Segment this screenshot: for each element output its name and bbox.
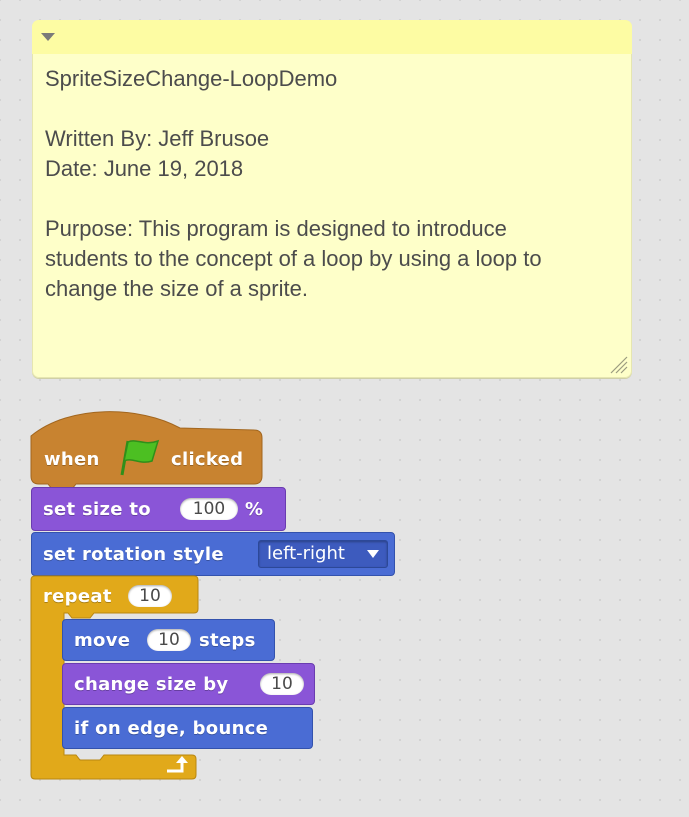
loop-arrow-icon: [167, 756, 188, 773]
comment-purpose-3: change the size of a sprite.: [45, 276, 308, 301]
comment-header[interactable]: [32, 20, 632, 54]
move-steps-block[interactable]: move 10 steps: [62, 619, 275, 661]
comment-author: Written By: Jeff Brusoe: [45, 126, 270, 151]
resize-handle-icon[interactable]: [607, 353, 629, 375]
comment-note[interactable]: SpriteSizeChange-LoopDemo Written By: Je…: [32, 20, 632, 378]
collapse-arrow-icon[interactable]: [41, 33, 55, 41]
set-size-label: set size to: [43, 499, 151, 520]
change-size-input[interactable]: 10: [260, 673, 304, 695]
repeat-label: repeat: [43, 586, 112, 607]
bounce-label: if on edge, bounce: [74, 718, 269, 739]
comment-purpose-2: students to the concept of a loop by usi…: [45, 246, 542, 271]
percent-label: %: [245, 499, 264, 520]
change-size-block[interactable]: change size by 10: [62, 663, 315, 705]
change-size-label: change size by: [74, 674, 229, 695]
comment-title: SpriteSizeChange-LoopDemo: [45, 66, 338, 91]
rotation-style-dropdown[interactable]: left-right: [258, 540, 388, 568]
bounce-block[interactable]: if on edge, bounce: [62, 707, 313, 749]
comment-text[interactable]: SpriteSizeChange-LoopDemo Written By: Je…: [45, 64, 620, 304]
steps-label: steps: [199, 630, 256, 651]
when-label: when: [44, 449, 100, 470]
rotation-style-value: left-right: [267, 543, 345, 564]
repeat-count-input[interactable]: 10: [128, 585, 172, 607]
comment-date: Date: June 19, 2018: [45, 156, 244, 181]
move-steps-input[interactable]: 10: [147, 629, 191, 651]
move-label: move: [74, 630, 131, 651]
chevron-down-icon: [367, 550, 379, 558]
green-flag-icon: [120, 439, 160, 476]
comment-purpose-1: Purpose: This program is designed to int…: [45, 216, 507, 241]
clicked-label: clicked: [171, 449, 244, 470]
set-size-block[interactable]: set size to 100 %: [31, 487, 286, 531]
size-value-input[interactable]: 100: [180, 498, 238, 520]
set-rotation-label: set rotation style: [43, 544, 224, 565]
